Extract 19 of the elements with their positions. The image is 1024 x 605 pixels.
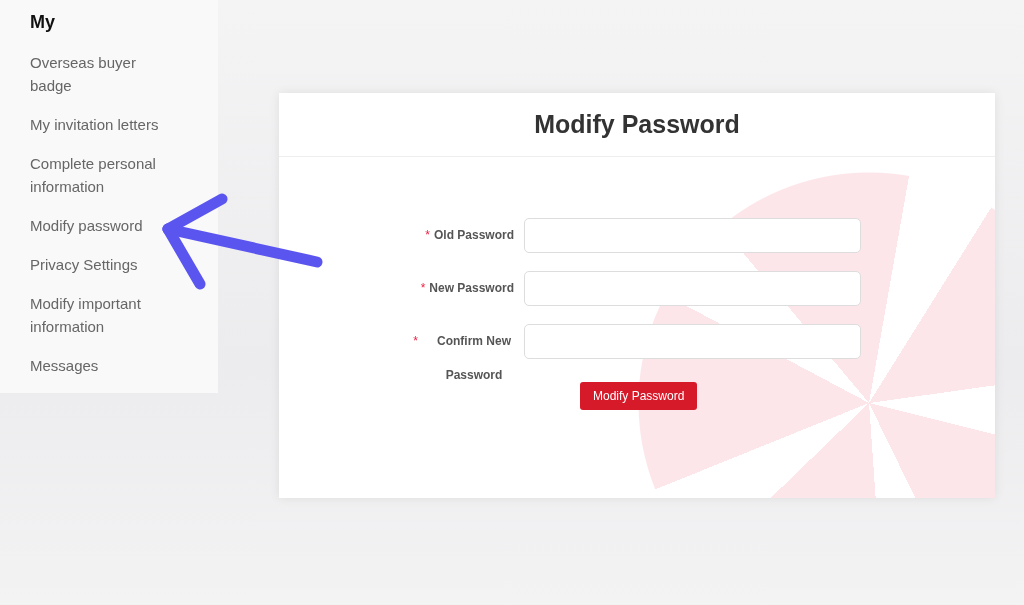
sidebar-link[interactable]: Messages: [30, 354, 99, 377]
sidebar-link[interactable]: Privacy Settings: [30, 253, 138, 276]
page-title: Modify Password: [534, 110, 740, 139]
sidebar-link[interactable]: My invitation letters: [30, 113, 159, 136]
sidebar-link[interactable]: Complete personal information: [30, 152, 180, 198]
required-mark: *: [420, 281, 426, 295]
password-field[interactable]: [524, 271, 861, 306]
password-field[interactable]: [524, 218, 861, 253]
modify-password-button[interactable]: Modify Password: [580, 382, 698, 410]
field-label: Confirm New Password: [436, 333, 512, 384]
sidebar-link[interactable]: Overseas buyer badge: [30, 51, 180, 97]
sidebar-link[interactable]: Modify password: [30, 214, 143, 237]
sidebar-heading: My: [30, 12, 56, 33]
field-label: New Password: [429, 281, 514, 295]
required-mark: *: [425, 228, 430, 242]
password-field[interactable]: [524, 324, 861, 359]
sidebar-link[interactable]: Modify important information: [30, 292, 180, 338]
required-mark: *: [413, 334, 418, 348]
field-label: Old Password: [433, 228, 514, 242]
